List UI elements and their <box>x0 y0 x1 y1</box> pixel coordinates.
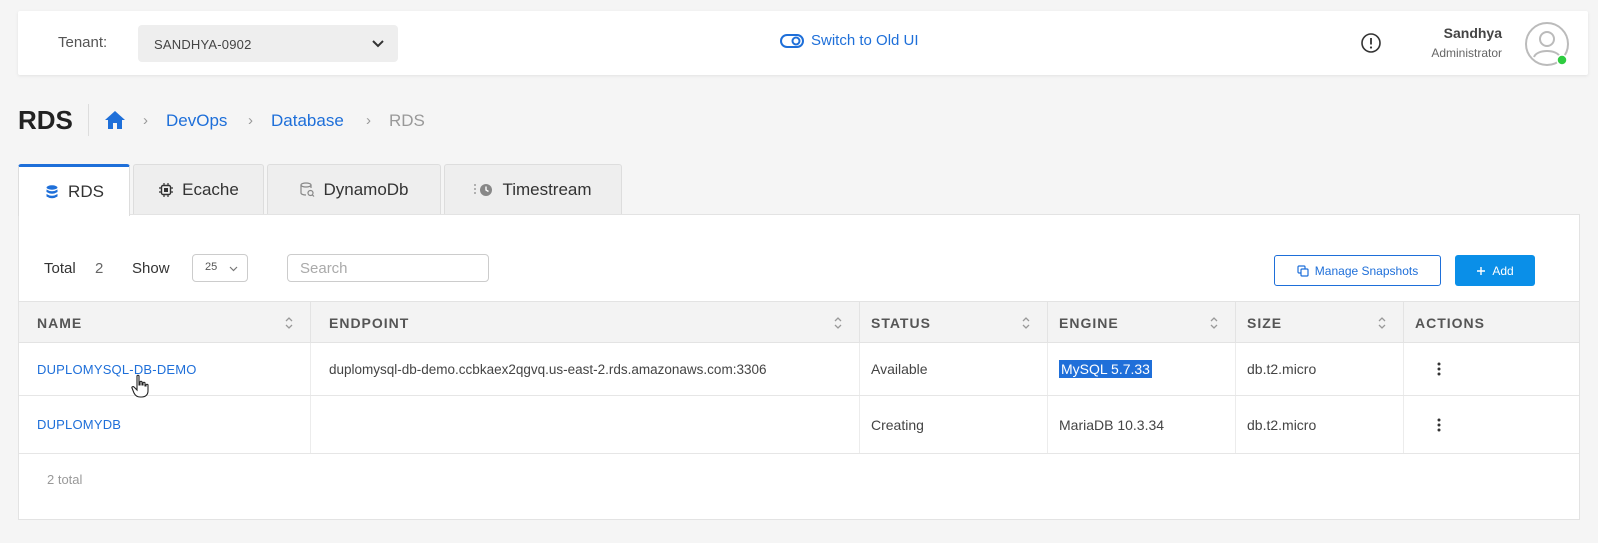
manage-snapshots-label: Manage Snapshots <box>1314 263 1419 278</box>
sort-icon[interactable] <box>1209 315 1219 331</box>
engine-value-selected: MySQL 5.7.33 <box>1059 360 1152 378</box>
tenant-value: SANDHYA-0902 <box>154 37 252 52</box>
column-header-engine[interactable]: ENGINE <box>1048 302 1236 342</box>
home-icon[interactable] <box>104 109 126 131</box>
tenant-label: Tenant: <box>58 34 108 51</box>
search-input[interactable] <box>287 254 489 282</box>
manage-snapshots-button[interactable]: Manage Snapshots <box>1274 255 1441 286</box>
page-title: RDS <box>18 105 73 135</box>
database-icon <box>46 184 58 198</box>
db-name-link[interactable]: DUPLOMYDB <box>19 396 311 453</box>
copy-icon <box>1297 264 1309 277</box>
top-bar: Tenant: SANDHYA-0902 Switch to Old UI Sa… <box>18 11 1588 75</box>
column-header-size[interactable]: SIZE <box>1236 302 1404 342</box>
engine-cell: MariaDB 10.3.34 <box>1048 396 1236 453</box>
toggle-icon <box>780 33 804 48</box>
tab-label: Timestream <box>502 179 592 199</box>
kebab-menu-icon[interactable] <box>1437 418 1441 432</box>
endpoint-cell: duplomysql-db-demo.ccbkaex2qgvq.us-east-… <box>311 343 860 395</box>
add-button[interactable]: Add <box>1455 255 1535 286</box>
chevron-down-icon <box>229 266 238 272</box>
clock-icon <box>474 183 493 196</box>
breadcrumb-current: RDS <box>389 111 425 130</box>
actions-cell <box>1404 396 1579 453</box>
chip-icon <box>159 182 174 197</box>
sort-icon[interactable] <box>833 315 843 331</box>
tab-rds[interactable]: RDS <box>18 164 130 216</box>
hand-cursor-icon <box>131 374 149 398</box>
status-cell: Available <box>860 343 1048 395</box>
sort-icon[interactable] <box>1377 315 1387 331</box>
tab-timestream[interactable]: Timestream <box>444 164 622 214</box>
sort-icon[interactable] <box>1021 315 1031 331</box>
tab-dynamodb[interactable]: DynamoDb <box>267 164 441 214</box>
add-label: Add <box>1492 263 1514 278</box>
switch-to-old-ui-link[interactable]: Switch to Old UI <box>780 32 919 49</box>
breadcrumb-separator: › <box>143 112 148 129</box>
table-header: NAME ENDPOINT STATUS ENGINE SIZE ACTIONS <box>19 301 1579 343</box>
breadcrumb-devops[interactable]: DevOps <box>166 111 227 131</box>
title-divider <box>88 104 89 136</box>
engine-cell: MySQL 5.7.33 <box>1048 343 1236 395</box>
user-name: Sandhya <box>1443 25 1502 41</box>
total-label: Total <box>44 260 76 277</box>
size-cell: db.t2.micro <box>1236 343 1404 395</box>
column-header-name[interactable]: NAME <box>19 302 311 342</box>
page-size-value: 25 <box>205 261 218 273</box>
tenant-select[interactable]: SANDHYA-0902 <box>138 25 398 62</box>
avatar-icon[interactable] <box>1524 21 1570 67</box>
breadcrumb-separator: › <box>366 112 371 129</box>
tab-label: Ecache <box>182 179 239 199</box>
total-count: 2 <box>95 260 104 277</box>
table-row: DUPLOMYSQL-DB-DEMO duplomysql-db-demo.cc… <box>19 343 1579 396</box>
show-label: Show <box>132 260 170 277</box>
column-header-status[interactable]: STATUS <box>860 302 1048 342</box>
breadcrumb-database[interactable]: Database <box>271 111 344 131</box>
tab-ecache[interactable]: Ecache <box>133 164 264 214</box>
page-size-select[interactable]: 25 <box>192 254 248 282</box>
db-name-link[interactable]: DUPLOMYSQL-DB-DEMO <box>19 343 311 395</box>
column-header-endpoint[interactable]: ENDPOINT <box>311 302 860 342</box>
switch-label: Switch to Old UI <box>811 32 919 49</box>
column-header-actions: ACTIONS <box>1415 315 1485 331</box>
plus-icon <box>1477 266 1486 275</box>
chevron-down-icon <box>372 40 384 48</box>
table-footer-total: 2 total <box>47 472 83 487</box>
endpoint-cell <box>311 396 860 453</box>
rds-panel: Total 2 Show 25 Manage Snapshots Add NAM… <box>18 214 1580 520</box>
kebab-menu-icon[interactable] <box>1437 362 1441 376</box>
user-role: Administrator <box>1431 46 1502 60</box>
tab-label: DynamoDb <box>323 179 409 199</box>
sort-icon[interactable] <box>284 315 294 331</box>
status-cell: Creating <box>860 396 1048 453</box>
breadcrumb-separator: › <box>248 112 253 129</box>
size-cell: db.t2.micro <box>1236 396 1404 453</box>
actions-cell <box>1404 343 1579 395</box>
table-row: DUPLOMYDB Creating MariaDB 10.3.34 db.t2… <box>19 396 1579 454</box>
alert-icon[interactable] <box>1360 32 1382 54</box>
db-search-icon <box>300 181 315 197</box>
tab-label: RDS <box>68 181 104 201</box>
